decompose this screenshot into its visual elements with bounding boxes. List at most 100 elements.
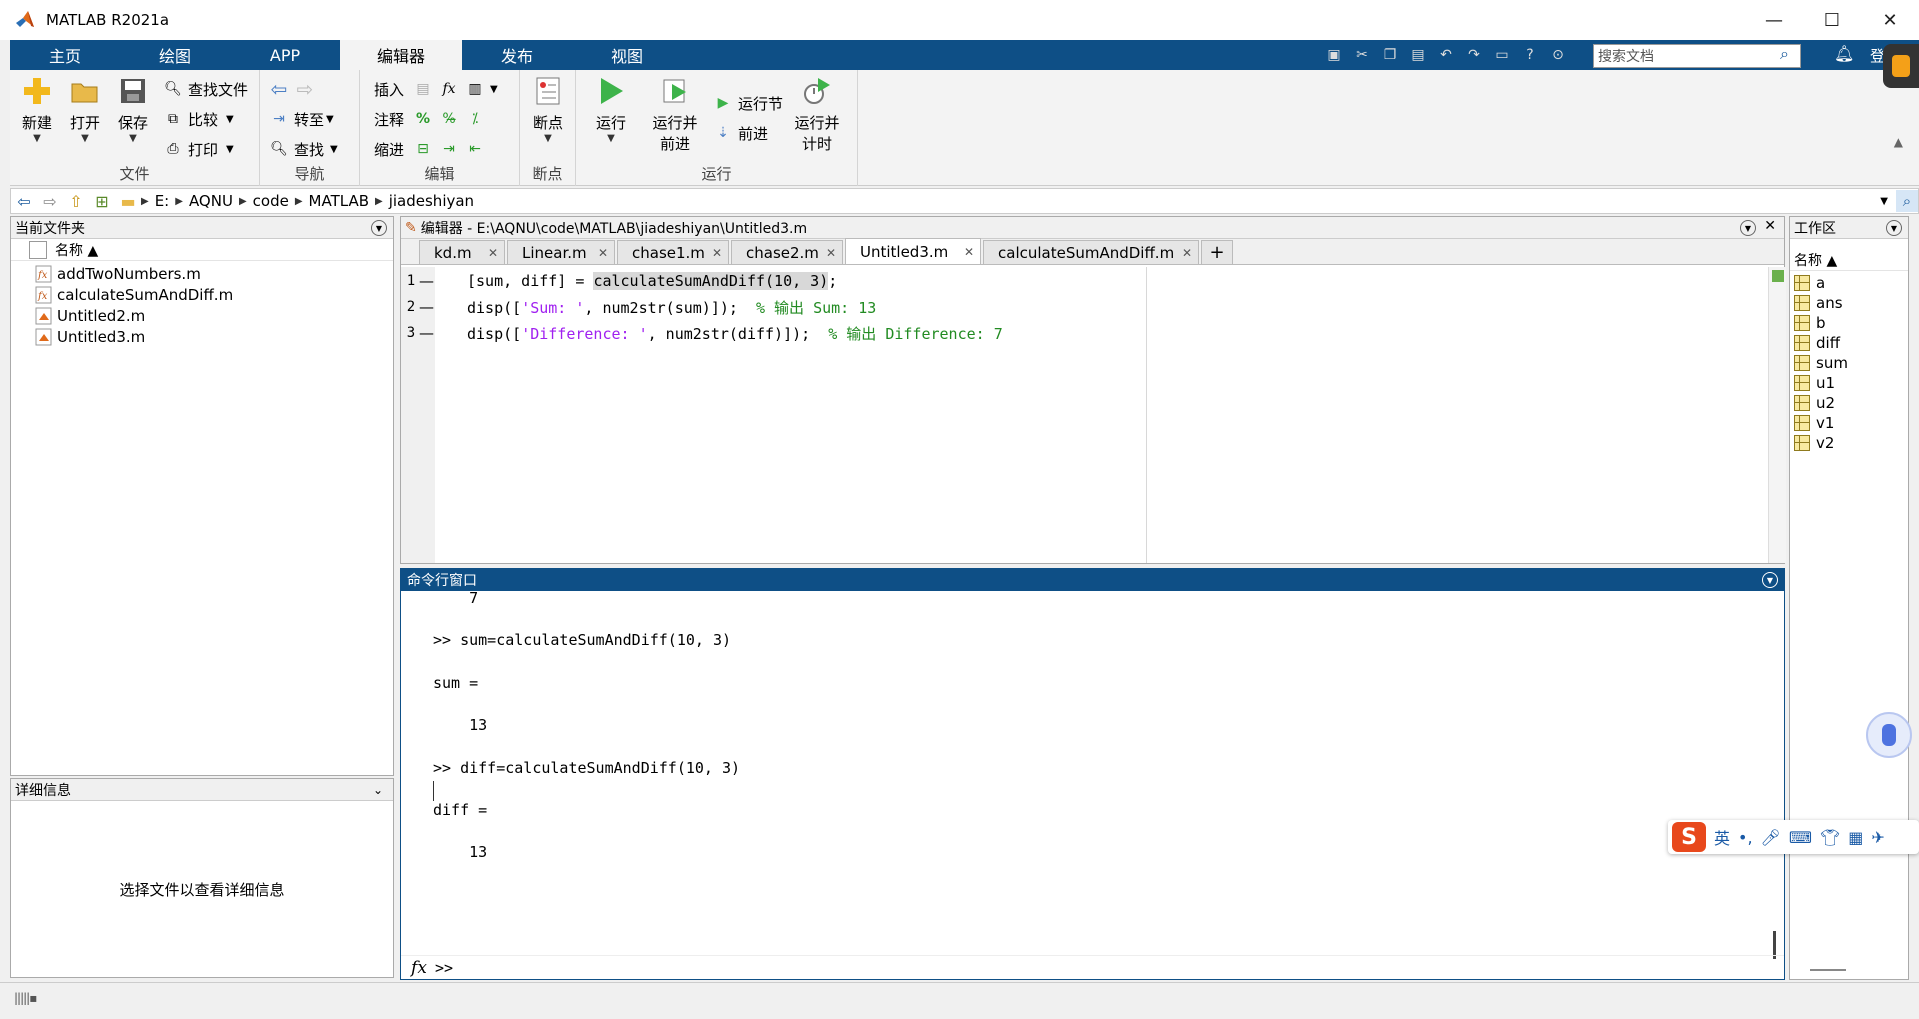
back-arrow-icon[interactable]: ⇦ xyxy=(268,77,290,101)
file-list-item[interactable]: Untitled3.m xyxy=(11,326,393,347)
command-input[interactable]: fx >> xyxy=(401,955,1784,979)
open-button[interactable]: 打开 ▼ xyxy=(62,74,108,144)
cut-icon[interactable]: ✂ xyxy=(1351,44,1373,66)
paste-icon[interactable]: ▤ xyxy=(1407,44,1429,66)
find-button[interactable]: 🔍︎ 查找 ▼ xyxy=(268,136,338,162)
collapse-ribbon-icon[interactable]: ▲ xyxy=(1894,135,1903,149)
file-list-item[interactable]: fx calculateSumAndDiff.m xyxy=(11,284,393,305)
column-header[interactable]: 名称 ▲ xyxy=(11,239,393,261)
back-forward-buttons[interactable]: ⇦ ⇨ xyxy=(268,76,320,102)
up-folder-icon[interactable]: ⇧ xyxy=(63,192,89,211)
editor-scrollbar[interactable] xyxy=(1768,267,1786,563)
skin-icon[interactable]: 👕︎ xyxy=(1820,828,1840,847)
close-tab-icon[interactable]: ✕ xyxy=(598,246,608,260)
workspace-variable[interactable]: diff xyxy=(1790,333,1908,353)
browse-folder-icon[interactable]: ⊞ xyxy=(89,192,115,211)
breadcrumb-item[interactable]: jiadeshiyan xyxy=(389,192,474,210)
close-tab-icon[interactable]: ✕ xyxy=(712,246,722,260)
workspace-scrollbar[interactable] xyxy=(1810,969,1846,971)
panel-actions-icon[interactable]: ▼ xyxy=(371,220,387,236)
editor-tab[interactable]: Linear.m ✕ xyxy=(507,240,615,264)
uncomment-icon[interactable]: %̶ xyxy=(438,108,460,130)
tab-view[interactable]: 视图 xyxy=(572,40,682,70)
breadcrumb-item[interactable]: AQNU xyxy=(189,192,233,210)
close-tab-icon[interactable]: ✕ xyxy=(826,246,836,260)
panel-actions-icon[interactable]: ▼ xyxy=(1762,572,1778,588)
search-docs-input[interactable]: 搜索文档 xyxy=(1593,44,1801,68)
compare-button[interactable]: ⧉ 比较 ▼ xyxy=(162,106,234,132)
breadcrumb-item[interactable]: code xyxy=(253,192,289,210)
chevron-down-icon[interactable]: ⌄ xyxy=(373,783,383,797)
search-folder-icon[interactable]: ⌕ xyxy=(1896,190,1918,212)
workspace-variable[interactable]: sum xyxy=(1790,353,1908,373)
editor-tab[interactable]: chase2.m ✕ xyxy=(731,240,843,264)
insert-menu-icon[interactable]: ▥ xyxy=(464,78,486,100)
resize-grip-icon[interactable]: |||||▪ xyxy=(14,991,37,1005)
panel-actions-icon[interactable]: ▼ xyxy=(1740,220,1756,236)
insert-button[interactable]: 插入 ▤ fx ▥ ▼ xyxy=(374,76,498,102)
workspace-variable[interactable]: ans xyxy=(1790,293,1908,313)
wrap-comment-icon[interactable]: ⁒ xyxy=(464,108,486,130)
new-button[interactable]: 新建 ▼ xyxy=(14,74,60,144)
run-and-time-button[interactable]: 运行并 计时 xyxy=(790,74,844,154)
percent-icon[interactable]: % xyxy=(412,108,434,130)
forward-arrow-icon[interactable]: ⇨ xyxy=(37,192,63,211)
advance-button[interactable]: ⇣ 前进 xyxy=(712,120,768,146)
breakpoint-dash-icon[interactable]: — xyxy=(419,324,434,342)
tab-home[interactable]: 主页 xyxy=(10,40,120,70)
copy-icon[interactable]: ❐ xyxy=(1379,44,1401,66)
expand-icon[interactable]: ⊙ xyxy=(1547,44,1569,66)
workspace-variable[interactable]: b xyxy=(1790,313,1908,333)
fx-icon[interactable]: fx xyxy=(438,78,460,100)
forward-arrow-icon[interactable]: ⇨ xyxy=(294,77,316,101)
find-files-button[interactable]: 🔍︎ 查找文件 xyxy=(162,76,248,102)
file-list-item[interactable]: Untitled2.m xyxy=(11,305,393,326)
close-button[interactable]: ✕ xyxy=(1861,0,1919,40)
workspace-variable[interactable]: v2 xyxy=(1790,433,1908,453)
run-and-advance-button[interactable]: 运行并 前进 xyxy=(648,74,702,154)
undo-icon[interactable]: ↶ xyxy=(1435,44,1457,66)
editor-tab[interactable]: kd.m ✕ xyxy=(419,240,505,264)
code-line[interactable]: 1 — [sum, diff] = calculateSumAndDiff(10… xyxy=(401,268,837,294)
ime-punct-toggle[interactable]: •, xyxy=(1738,828,1753,847)
maximize-button[interactable]: ☐ xyxy=(1803,0,1861,40)
minimize-button[interactable]: — xyxy=(1745,0,1803,40)
run-section-button[interactable]: ▶ 运行节 xyxy=(712,90,783,116)
indent-icon[interactable]: ⇥ xyxy=(438,138,460,160)
chevron-down-icon[interactable]: ▼ xyxy=(1880,196,1888,207)
save-button[interactable]: 保存 ▼ xyxy=(110,74,156,144)
close-icon[interactable]: ✕ xyxy=(1764,218,1776,234)
toolbox-icon[interactable]: ▦ xyxy=(1848,828,1863,847)
outdent-icon[interactable]: ⇤ xyxy=(464,138,486,160)
breakpoints-button[interactable]: 断点 ▼ xyxy=(525,74,571,144)
back-arrow-icon[interactable]: ⇦ xyxy=(11,192,37,211)
close-tab-icon[interactable]: ✕ xyxy=(1182,246,1192,260)
tab-editor[interactable]: 编辑器 xyxy=(340,40,462,70)
search-icon[interactable]: ⌕ xyxy=(1780,44,1789,64)
ime-language-toggle[interactable]: 英 xyxy=(1714,825,1730,849)
code-line[interactable]: 2 — disp(['Sum: ', num2str(sum)]); % 输出 … xyxy=(401,294,877,320)
switch-windows-icon[interactable]: ▭ xyxy=(1491,44,1513,66)
help-icon[interactable]: ? xyxy=(1519,44,1541,66)
workspace-variable[interactable]: a xyxy=(1790,273,1908,293)
insert-section-icon[interactable]: ▤ xyxy=(412,78,434,100)
floating-assistant-button[interactable] xyxy=(1866,712,1912,758)
tab-publish[interactable]: 发布 xyxy=(462,40,572,70)
column-header[interactable]: 名称 ▲ xyxy=(1790,249,1908,271)
file-list-item[interactable]: fx addTwoNumbers.m xyxy=(11,263,393,284)
smart-indent-icon[interactable]: ⊟ xyxy=(412,138,434,160)
microphone-icon[interactable]: 🎤︎ xyxy=(1761,828,1781,847)
indent-button[interactable]: 缩进 ⊟ ⇥ ⇤ xyxy=(374,136,490,162)
editor-tab-active[interactable]: Untitled3.m ✕ xyxy=(845,238,981,264)
game-icon[interactable]: ✈ xyxy=(1871,828,1884,847)
details-header[interactable]: 详细信息 ⌄ xyxy=(11,779,393,801)
editor-tab[interactable]: chase1.m ✕ xyxy=(617,240,729,264)
run-button[interactable]: 运行 ▼ xyxy=(588,74,634,144)
close-tab-icon[interactable]: ✕ xyxy=(488,246,498,260)
breakpoint-dash-icon[interactable]: — xyxy=(419,272,434,290)
new-tab-button[interactable]: + xyxy=(1201,240,1233,264)
bell-icon[interactable]: 🔔︎ xyxy=(1834,44,1854,63)
save-icon[interactable]: ▣ xyxy=(1323,44,1345,66)
workspace-variable[interactable]: u2 xyxy=(1790,393,1908,413)
close-tab-icon[interactable]: ✕ xyxy=(964,245,974,259)
